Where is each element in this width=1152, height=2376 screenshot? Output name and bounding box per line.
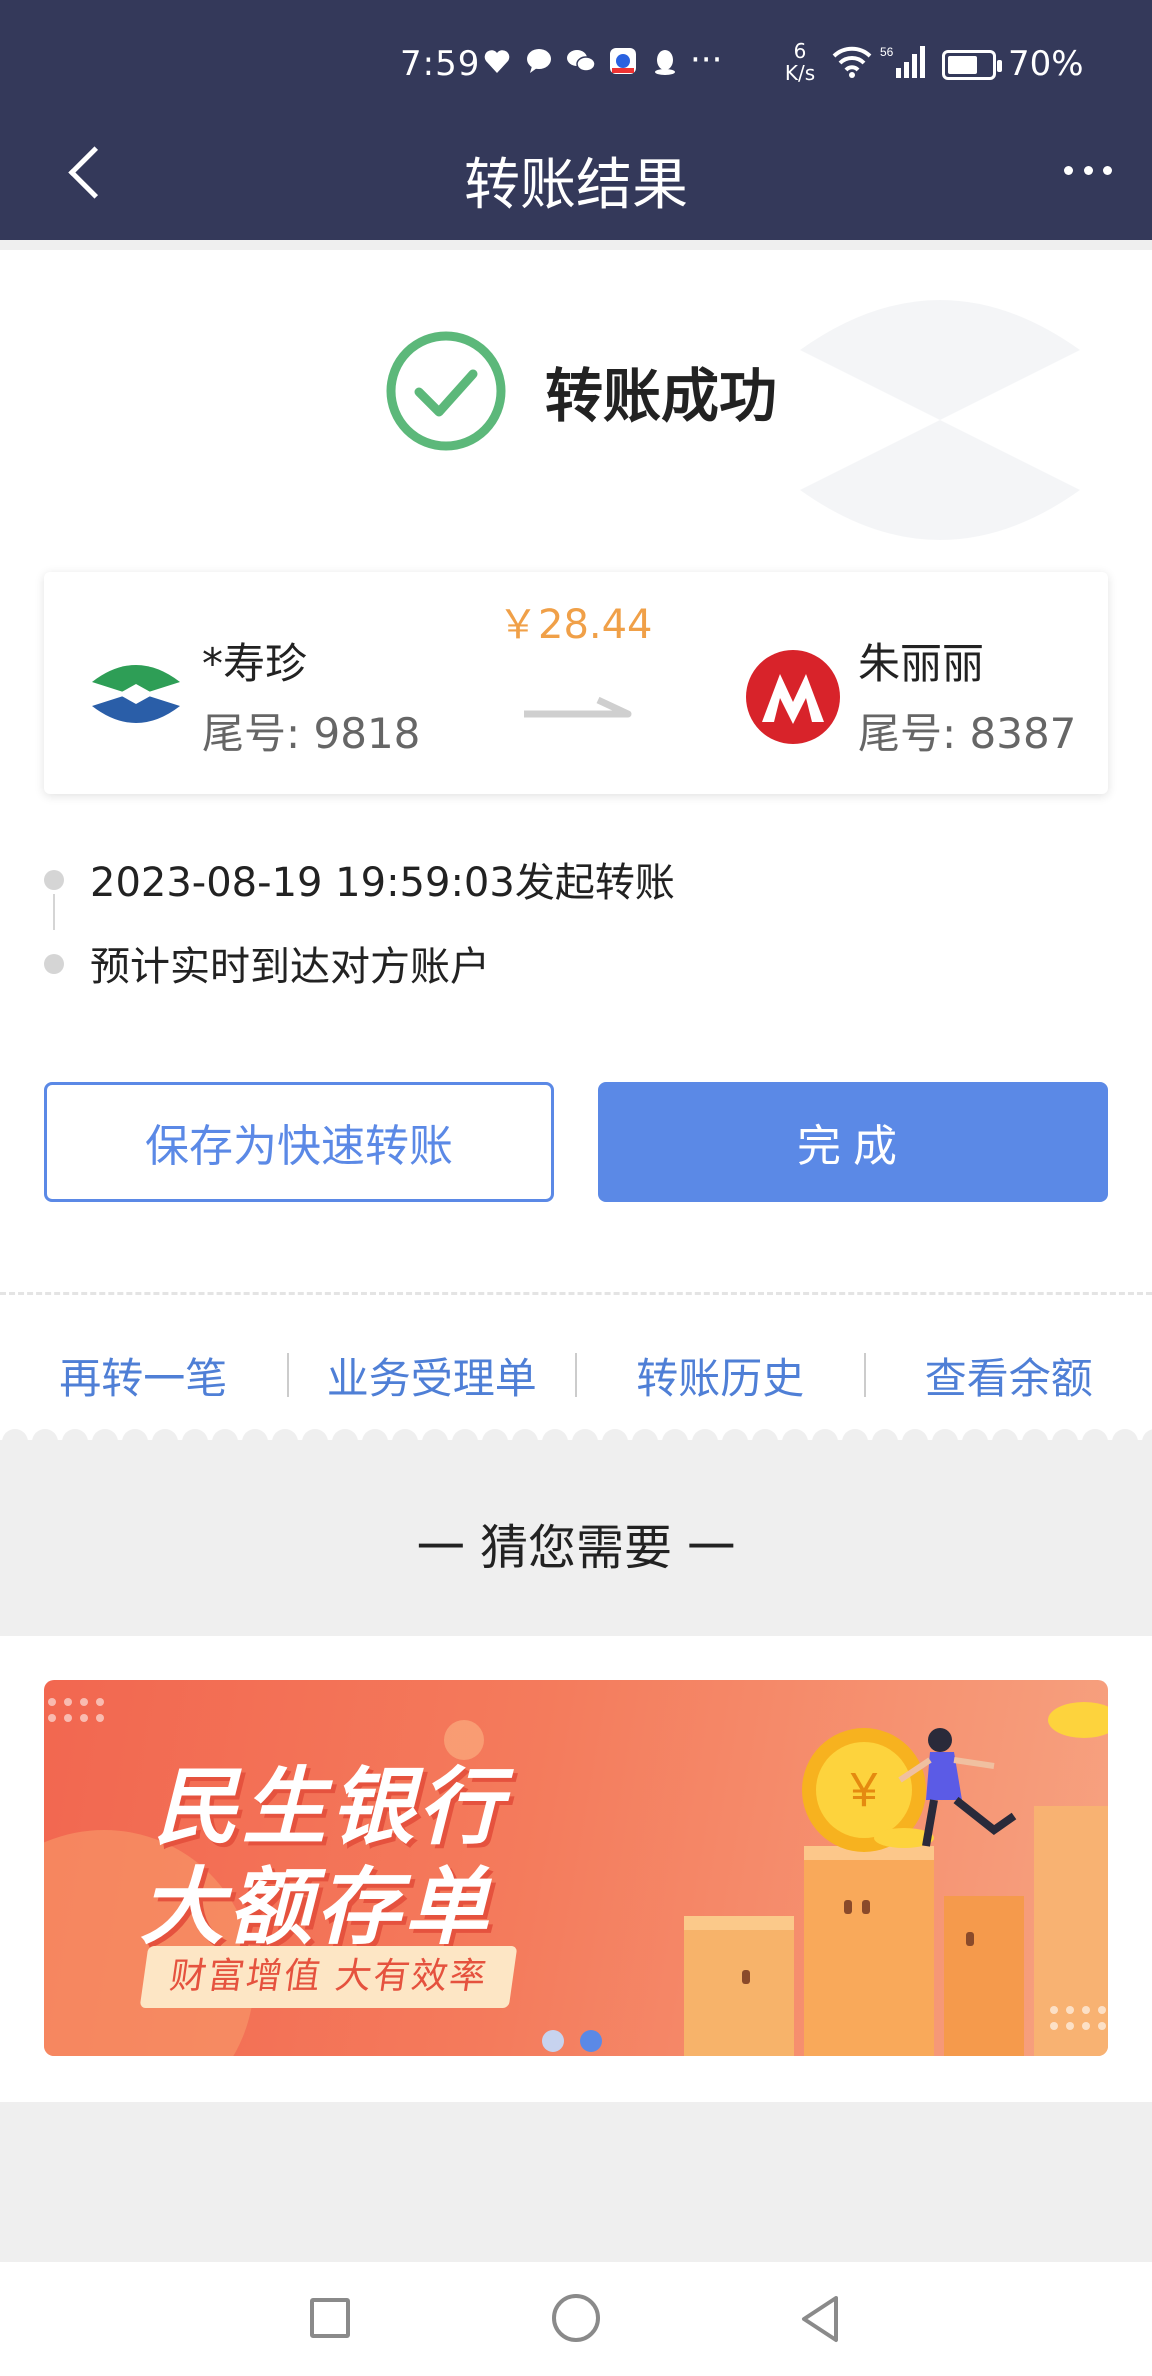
signal-label: 56 <box>880 45 894 59</box>
timeline-connector <box>53 894 55 930</box>
promo-banner[interactable]: 民生银行 大额存单 财富增值 大有效率 ¥ <box>44 1680 1108 2056</box>
qq-icon <box>655 50 675 75</box>
status-more-icon: ··· <box>690 40 723 80</box>
transfer-arrow-icon <box>524 696 632 718</box>
payer-name: *寿珍 <box>202 639 308 688</box>
success-status: 转账成功 <box>385 330 777 452</box>
more-options-button[interactable] <box>1064 160 1112 180</box>
banner-headline-2: 大额存单 <box>140 1858 493 1956</box>
network-speed: 6 K/s <box>780 40 820 84</box>
done-button[interactable]: 完成 <box>598 1082 1108 1202</box>
scalloped-edge <box>0 1412 1152 1440</box>
payee-account-tail: 尾号: 8387 <box>858 709 1077 758</box>
home-button[interactable] <box>552 2294 600 2342</box>
battery-percent: 70% <box>1008 44 1084 84</box>
notification-icons <box>482 46 680 76</box>
banner-pagination <box>542 2030 602 2052</box>
heart-shield-icon <box>484 50 510 73</box>
check-balance-link[interactable]: 查看余额 <box>866 1345 1152 1406</box>
recent-apps-button[interactable] <box>310 2298 350 2338</box>
timeline-arrival-text: 预计实时到达对方账户 <box>90 944 490 990</box>
timeline-initiated-text: 2023-08-19 19:59:03发起转账 <box>90 860 675 906</box>
transfer-again-link[interactable]: 再转一笔 <box>0 1345 287 1406</box>
transfer-result-panel: 转账成功 *寿珍 尾号: 9818 ￥28.44 朱丽丽 尾号: 8387 20… <box>0 250 1152 1440</box>
net-speed-unit: K/s <box>784 61 816 85</box>
wifi-icon <box>832 46 872 78</box>
banner-dot[interactable] <box>542 2030 564 2052</box>
payer-account-tail: 尾号: 9818 <box>202 709 421 758</box>
timeline-dot <box>44 870 64 890</box>
transfer-summary-card: *寿珍 尾号: 9818 ￥28.44 朱丽丽 尾号: 8387 <box>44 572 1108 794</box>
recommend-section: 民生银行 大额存单 财富增值 大有效率 ¥ <box>0 1636 1152 2102</box>
payer-bank-logo-icon <box>92 665 180 723</box>
battery-icon <box>942 50 1002 80</box>
banner-subtitle: 财富增值 大有效率 <box>139 1946 518 2008</box>
system-navigation-bar <box>0 2262 1152 2376</box>
baidu-app-icon <box>610 48 636 74</box>
coin-symbol: ¥ <box>850 1764 878 1817</box>
transfer-amount: ￥28.44 <box>498 602 653 648</box>
business-receipt-link[interactable]: 业务受理单 <box>289 1345 576 1406</box>
quick-links: 再转一笔 业务受理单 转账历史 查看余额 <box>0 1340 1152 1410</box>
success-text: 转账成功 <box>545 362 778 430</box>
page-title: 转账结果 <box>464 153 688 218</box>
transfer-history-link[interactable]: 转账历史 <box>577 1345 864 1406</box>
chat-bubble-icon <box>527 49 551 73</box>
save-quick-transfer-button[interactable]: 保存为快速转账 <box>44 1082 554 1202</box>
status-time: 7:59 <box>400 44 481 84</box>
bank-watermark-icon <box>800 300 1080 540</box>
cellular-signal-icon: 56 <box>880 45 925 78</box>
recommend-title: 一 猜您需要 一 <box>416 1520 736 1576</box>
wechat-icon <box>567 50 596 72</box>
payee-name: 朱丽丽 <box>858 639 985 688</box>
banner-illustration: ¥ <box>684 1702 1108 2056</box>
app-header: 7:59 ··· 6 K/s 56 70% 转账结果 <box>0 0 1152 240</box>
payee-bank-logo-icon <box>746 650 840 744</box>
banner-dot-active[interactable] <box>580 2030 602 2052</box>
screen: 7:59 ··· 6 K/s 56 70% 转账结果 转账成功 *寿珍 尾号: … <box>0 0 1152 2376</box>
success-check-icon <box>386 331 506 451</box>
timeline-dot <box>44 954 64 974</box>
dashed-divider <box>0 1292 1152 1295</box>
system-back-button[interactable] <box>796 2292 846 2346</box>
net-speed-value: 6 <box>793 39 807 63</box>
